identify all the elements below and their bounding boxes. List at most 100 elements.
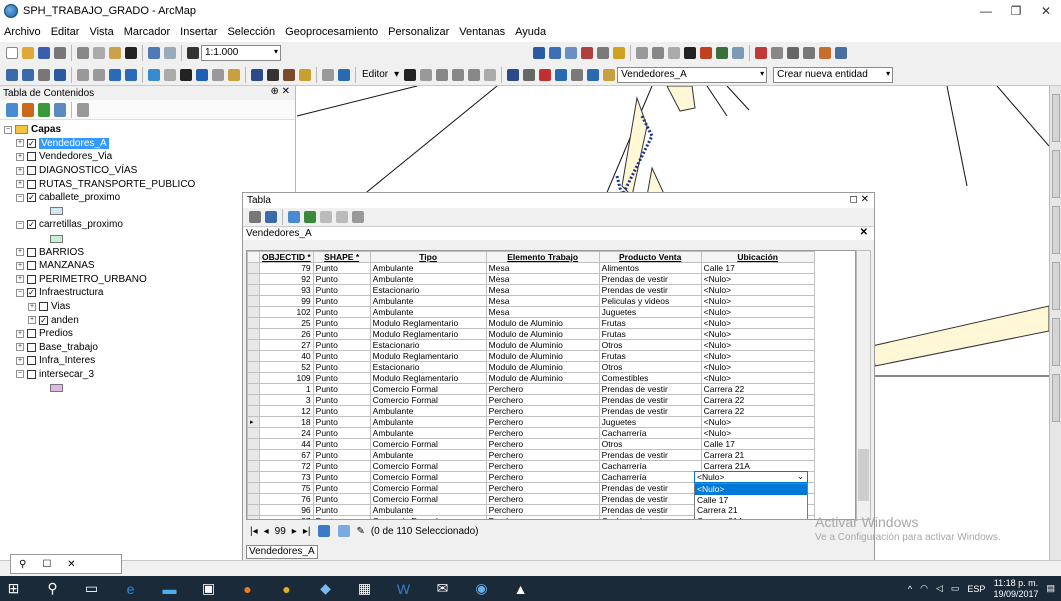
- table-cell[interactable]: Frutas: [598, 350, 702, 362]
- show-all-records-icon[interactable]: [318, 525, 331, 537]
- table-row[interactable]: 92 Punto Ambulante Mesa Prendas de vestir <Nu…: [247, 273, 815, 285]
- map-scale-combo[interactable]: 1:1.000 ▾: [201, 45, 281, 61]
- table-cell[interactable]: Juguetes: [598, 306, 702, 318]
- mini-close-icon[interactable]: ✕: [67, 559, 75, 570]
- file-explorer-icon[interactable]: ▬: [156, 576, 183, 601]
- table-cell[interactable]: Mesa: [485, 262, 600, 274]
- row-selector[interactable]: [247, 317, 260, 329]
- row-selector[interactable]: [247, 339, 260, 351]
- menu-item[interactable]: Marcador: [124, 26, 170, 38]
- table-cell[interactable]: Modulo de Aluminio: [485, 317, 600, 329]
- add-data-icon[interactable]: [187, 47, 199, 59]
- undo-icon[interactable]: [148, 47, 160, 59]
- dropdown-option[interactable]: Carrera 21: [695, 505, 807, 516]
- clear-table-selection-icon[interactable]: [320, 211, 332, 223]
- layer-symbol-swatch[interactable]: [50, 384, 63, 393]
- scroll-thumb[interactable]: [858, 449, 869, 501]
- identify-icon[interactable]: [684, 47, 696, 59]
- table-cell[interactable]: 73: [259, 471, 314, 483]
- cut-icon[interactable]: [77, 47, 89, 59]
- row-selector[interactable]: [247, 383, 260, 395]
- current-record-number[interactable]: 99: [275, 526, 286, 537]
- layer-symbol-swatch[interactable]: [50, 234, 63, 243]
- point-icon[interactable]: [484, 68, 497, 81]
- expand-toggle[interactable]: −: [16, 220, 24, 229]
- layer-label[interactable]: BARRIOS: [39, 247, 84, 258]
- layer-visibility-checkbox[interactable]: ✓: [39, 315, 48, 325]
- table-row[interactable]: 27 Punto Estacionario Modulo de Aluminio Otr…: [247, 339, 815, 351]
- clock[interactable]: 11:18 p. m. 19/09/2017: [993, 578, 1038, 600]
- select-by-attributes-icon[interactable]: [288, 211, 300, 223]
- table-cell[interactable]: 92: [259, 273, 314, 285]
- zoom-layout-icon[interactable]: [787, 47, 799, 59]
- table-cell[interactable]: Punto: [312, 273, 371, 285]
- table-cell[interactable]: Punto: [312, 438, 371, 450]
- select-elements-icon[interactable]: [180, 68, 192, 81]
- table-cell[interactable]: <Nulo>: [700, 339, 815, 351]
- word-icon[interactable]: W: [390, 576, 417, 601]
- table-options-icon[interactable]: [249, 211, 261, 223]
- table-cell[interactable]: Punto: [312, 471, 371, 483]
- table-cell[interactable]: 67: [259, 449, 314, 461]
- table-cell[interactable]: Punto: [312, 328, 371, 340]
- table-cell[interactable]: Ambulante: [369, 504, 487, 516]
- first-record-button[interactable]: |◂: [250, 526, 258, 537]
- table-cell[interactable]: Comercio Formal: [369, 460, 487, 472]
- table-row[interactable]: 93 Punto Estacionario Mesa Prendas de vestir…: [247, 284, 815, 296]
- network-icon[interactable]: ◠: [920, 583, 928, 594]
- row-selector[interactable]: [247, 350, 260, 362]
- layer-label[interactable]: RUTAS_TRANSPORTE_PUBLICO: [39, 179, 195, 190]
- table-cell[interactable]: Estacionario: [369, 284, 487, 296]
- layer-visibility-checkbox[interactable]: [27, 179, 36, 189]
- table-cell[interactable]: 3: [259, 394, 314, 406]
- table-cell[interactable]: <Nulo>: [700, 273, 815, 285]
- table-cell[interactable]: Juguetes: [598, 416, 702, 428]
- target-layer-combo[interactable]: Vendedores_A ▾: [617, 66, 768, 83]
- volume-icon[interactable]: ◁: [936, 583, 943, 594]
- table-cell[interactable]: Perchero: [485, 449, 600, 461]
- table-cell[interactable]: Estacionario: [369, 361, 487, 373]
- layer-visibility-checkbox[interactable]: [27, 356, 36, 366]
- table-cell[interactable]: 97: [259, 515, 314, 519]
- straight-segment-icon[interactable]: [436, 68, 449, 81]
- close-table-x-icon[interactable]: [352, 211, 364, 223]
- layer-label[interactable]: Vendedores_Via: [39, 151, 112, 162]
- table-cell[interactable]: 76: [259, 493, 314, 505]
- table-cell[interactable]: Punto: [312, 394, 371, 406]
- table-cell[interactable]: 99: [259, 295, 314, 307]
- table-cell[interactable]: Modulo Reglamentario: [369, 372, 487, 384]
- table-cell[interactable]: Modulo de Aluminio: [485, 372, 600, 384]
- row-selector[interactable]: [247, 405, 260, 417]
- list-by-source-icon[interactable]: [22, 102, 34, 117]
- store-icon[interactable]: ▣: [195, 576, 222, 601]
- table-cell[interactable]: Punto: [312, 383, 371, 395]
- layer-visibility-checkbox[interactable]: ✓: [27, 220, 36, 230]
- table-cell[interactable]: Cacharrería: [598, 471, 702, 483]
- toolbox-icon[interactable]: [581, 47, 593, 59]
- pan-icon[interactable]: [38, 68, 50, 81]
- table-cell[interactable]: 18: [259, 416, 314, 428]
- menu-item[interactable]: Selección: [227, 26, 275, 38]
- table-cell[interactable]: Punto: [312, 306, 371, 318]
- table-cell[interactable]: 72: [259, 460, 314, 472]
- row-selector[interactable]: [247, 295, 260, 307]
- mini-maximize-icon[interactable]: ☐: [42, 559, 51, 570]
- table-cell[interactable]: Calle 17: [700, 262, 815, 274]
- table-row[interactable]: 25 Punto Modulo Reglamentario Modulo de Alu…: [247, 317, 815, 329]
- row-selector[interactable]: [247, 504, 260, 516]
- table-cell[interactable]: 27: [259, 339, 314, 351]
- table-cell[interactable]: <Nulo>: [700, 317, 815, 329]
- catalog-icon[interactable]: [565, 47, 577, 59]
- table-row[interactable]: 52 Punto Estacionario Modulo de Aluminio Otr…: [247, 361, 815, 373]
- table-cell[interactable]: Comercio Formal: [369, 515, 487, 519]
- table-titlebar[interactable]: Tabla ◻ ✕: [243, 193, 874, 208]
- table-cell[interactable]: 1: [259, 383, 314, 395]
- table-cell[interactable]: Punto: [312, 339, 371, 351]
- create-features-dock-tab[interactable]: [1052, 318, 1060, 366]
- row-selector[interactable]: ▸: [247, 416, 260, 428]
- table-cell[interactable]: Mesa: [485, 306, 600, 318]
- table-row[interactable]: 24 Punto Ambulante Perchero Cacharrería <Nulo…: [247, 427, 815, 439]
- fixed-zoom-in-icon[interactable]: [77, 68, 89, 81]
- calculator-icon[interactable]: ▦: [351, 576, 378, 601]
- table-cell[interactable]: Perchero: [485, 471, 600, 483]
